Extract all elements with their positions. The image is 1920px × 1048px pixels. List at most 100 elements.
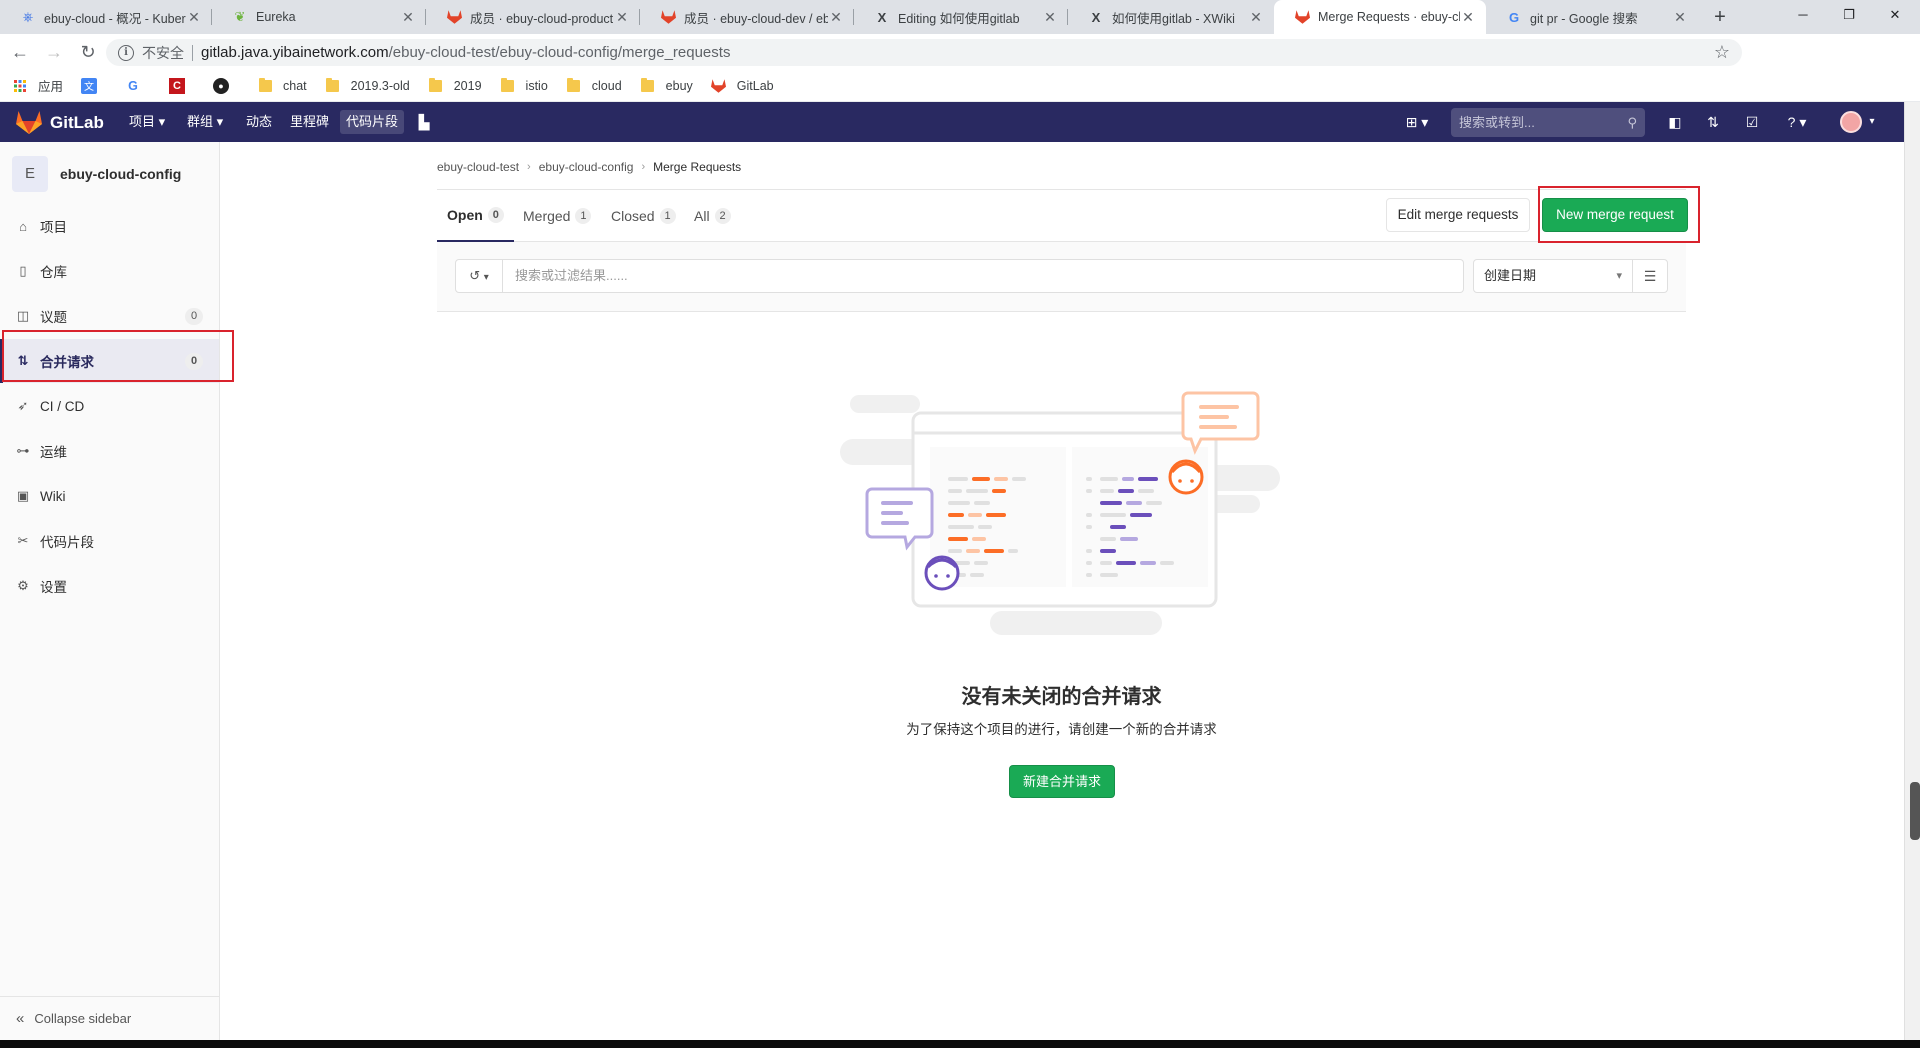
restore-icon[interactable]: ❐ <box>1826 0 1872 34</box>
google-translate-icon: 文 <box>81 77 98 94</box>
filter-search-input[interactable]: 搜索或过滤结果...... <box>503 259 1464 293</box>
browser-tab[interactable]: ⎈ ebuy-cloud - 概况 - Kubernetes ✕ <box>0 0 212 34</box>
gitlab-home-link[interactable]: GitLab <box>16 111 104 135</box>
merge-request-icon: ⇅ <box>17 353 29 368</box>
browser-tab[interactable]: ❦ Eureka ✕ <box>212 0 426 34</box>
os-taskbar <box>0 1040 1920 1048</box>
close-icon[interactable]: ✕ <box>614 9 630 26</box>
sidebar-item-ci-cd[interactable]: ➶ CI / CD <box>0 384 219 428</box>
doc-icon: ▯ <box>19 263 27 278</box>
nav-snippets[interactable]: 代码片段 <box>340 110 405 134</box>
nav-groups[interactable]: 群组 ▾ <box>181 110 229 134</box>
new-merge-request-button[interactable]: New merge request <box>1542 198 1688 232</box>
todo-check-icon[interactable]: ☑ <box>1742 110 1762 134</box>
double-chevron-left-icon: « <box>16 1010 25 1027</box>
gitlab-logo-icon <box>16 111 42 134</box>
browser-tab[interactable]: X Editing 如何使用gitlab ✕ <box>854 0 1068 34</box>
reload-icon[interactable]: ↻ <box>74 38 102 66</box>
sidebar-item-issues[interactable]: ◫ 议题 0 <box>0 294 219 338</box>
sidebar-panel-icon[interactable]: ◧ <box>1665 110 1685 134</box>
merge-request-icon[interactable]: ⇅ <box>1703 110 1723 134</box>
count-badge: 0 <box>487 207 504 223</box>
close-icon[interactable]: ✕ <box>1042 9 1058 26</box>
close-icon[interactable]: ✕ <box>1460 9 1476 26</box>
xwiki-icon: X <box>877 9 887 25</box>
sort-direction-icon[interactable]: ☰ <box>1632 259 1668 293</box>
plus-square-icon[interactable]: ⊞ ▾ <box>1400 110 1434 134</box>
illus-cloud <box>850 395 920 413</box>
address-bar[interactable]: i 不安全 gitlab.java.yibainetwork.com /ebuy… <box>106 39 1742 66</box>
gitlab-icon <box>711 78 727 94</box>
close-icon[interactable]: ✕ <box>186 9 202 26</box>
close-icon[interactable]: ✕ <box>1248 9 1264 26</box>
sidebar-item-merge-requests[interactable]: ⇅ 合并请求 0 <box>0 339 219 383</box>
url-host: gitlab.java.yibainetwork.com <box>201 44 389 61</box>
bookmark-folder[interactable]: cloud <box>566 77 622 94</box>
chart-icon[interactable]: ▙ <box>414 110 434 134</box>
google-icon: G <box>128 78 138 93</box>
bookmark-translate[interactable]: 文 <box>81 77 107 94</box>
sidebar-item-wiki[interactable]: ▣ Wiki <box>0 474 219 518</box>
forward-icon[interactable]: → <box>40 38 68 66</box>
collapse-sidebar-button[interactable]: « Collapse sidebar <box>0 996 219 1040</box>
close-icon[interactable]: ✕ <box>828 9 844 26</box>
bookmark-folder[interactable]: 2019 <box>428 77 482 94</box>
sort-dropdown[interactable]: 创建日期 ▾ <box>1473 259 1633 293</box>
bookmark-red-c[interactable]: C <box>169 77 195 94</box>
bookmark-folder[interactable]: chat <box>257 77 307 94</box>
nav-projects[interactable]: 项目 ▾ <box>123 110 171 134</box>
project-avatar: E <box>12 156 48 192</box>
help-icon[interactable]: ? ▾ <box>1780 110 1814 134</box>
breadcrumb-current[interactable]: Merge Requests <box>653 160 741 174</box>
bookmark-gitlab[interactable]: GitLab <box>711 78 774 94</box>
scrollbar-thumb[interactable] <box>1910 782 1920 840</box>
browser-tab[interactable]: G git pr - Google 搜索 ✕ <box>1486 0 1698 34</box>
illus-bubble-orange <box>1181 391 1260 455</box>
page-scrollbar[interactable] <box>1904 102 1920 1040</box>
close-icon[interactable]: ✕ <box>1672 9 1688 26</box>
history-icon: ↺ <box>469 268 481 283</box>
sidebar-item-settings[interactable]: ⚙ 设置 <box>0 564 219 608</box>
tab-open[interactable]: Open 0 <box>437 190 514 242</box>
global-search-input[interactable]: 搜索或转到... ⚲ <box>1451 108 1645 137</box>
browser-tab[interactable]: 成员 · ebuy-cloud-product ✕ <box>426 0 640 34</box>
browser-tab[interactable]: X 如何使用gitlab - XWiki ✕ <box>1068 0 1274 34</box>
close-icon[interactable]: ✕ <box>400 9 416 26</box>
sidebar-item-operations[interactable]: ⊶ 运维 <box>0 429 219 473</box>
minimize-icon[interactable]: ─ <box>1780 0 1826 34</box>
recent-searches-dropdown[interactable]: ↺ ▾ <box>455 259 503 293</box>
edit-merge-requests-button[interactable]: Edit merge requests <box>1386 198 1530 232</box>
breadcrumb-item[interactable]: ebuy-cloud-test <box>437 160 519 174</box>
nav-activity[interactable]: 动态 <box>240 110 278 134</box>
back-icon[interactable]: ← <box>6 38 34 66</box>
info-icon[interactable]: i <box>118 44 134 61</box>
tab-merged[interactable]: Merged 1 <box>523 190 592 242</box>
sidebar-project[interactable]: E ebuy-cloud-config <box>12 156 181 192</box>
create-merge-request-button[interactable]: 新建合并请求 <box>1009 765 1115 798</box>
window-close-icon[interactable]: ✕ <box>1872 0 1918 34</box>
tab-all[interactable]: All 2 <box>694 190 731 242</box>
bookmark-apps[interactable]: 应用 <box>12 76 63 95</box>
avatar[interactable] <box>1840 111 1862 133</box>
count-badge: 1 <box>659 208 676 224</box>
browser-tab-active[interactable]: Merge Requests · ebuy-cloud ✕ <box>1274 0 1486 34</box>
new-tab-button[interactable]: + <box>1707 4 1733 30</box>
bookmark-folder[interactable]: istio <box>500 77 548 94</box>
divider <box>192 44 193 61</box>
sidebar-item-snippets[interactable]: ✂ 代码片段 <box>0 519 219 563</box>
sidebar-item-repository[interactable]: ▯ 仓库 <box>0 249 219 293</box>
browser-tab[interactable]: 成员 · ebuy-cloud-dev / ebuy ✕ <box>640 0 854 34</box>
count-badge: 1 <box>575 208 592 224</box>
google-icon: G <box>1508 9 1520 25</box>
bookmark-folder[interactable]: ebuy <box>640 77 693 94</box>
tab-closed[interactable]: Closed 1 <box>611 190 676 242</box>
chevron-down-icon[interactable]: ▾ <box>1866 110 1878 134</box>
sidebar-item-project[interactable]: ⌂ 项目 <box>0 204 219 248</box>
breadcrumb-item[interactable]: ebuy-cloud-config <box>539 160 634 174</box>
bookmark-google[interactable]: G <box>125 78 151 94</box>
bookmark-folder[interactable]: 2019.3-old <box>325 77 410 94</box>
bookmark-github[interactable]: ● <box>213 77 239 94</box>
home-icon: ⌂ <box>19 218 27 234</box>
bookmark-star-icon[interactable]: ☆ <box>1714 42 1730 63</box>
nav-milestones[interactable]: 里程碑 <box>284 110 335 134</box>
